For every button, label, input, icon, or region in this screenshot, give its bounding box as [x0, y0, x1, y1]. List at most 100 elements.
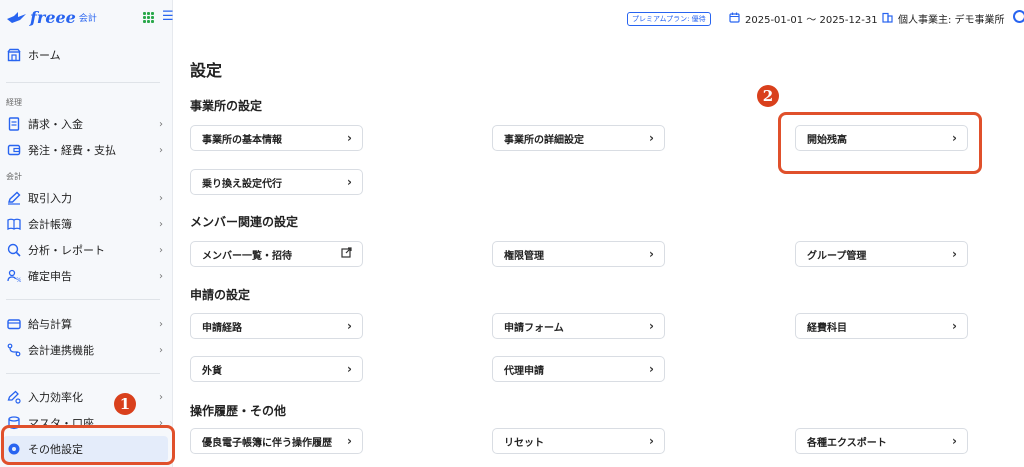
sidebar-divider: [6, 373, 160, 374]
user-icon[interactable]: [1013, 10, 1024, 23]
card-group[interactable]: グループ管理 ›: [795, 241, 968, 267]
section-title-member: メンバー関連の設定: [190, 215, 299, 229]
chevron-right-icon: ›: [159, 192, 163, 204]
card-reset[interactable]: リセット ›: [492, 428, 665, 454]
card-label: 申請経路: [202, 322, 242, 334]
card-label: リセット: [504, 437, 544, 449]
sidebar-item-label: 請求・入金: [28, 118, 83, 131]
sidebar-item-kyuyo[interactable]: 給与計算 ›: [0, 311, 173, 337]
card-label: グループ管理: [807, 250, 867, 262]
svg-text:%: %: [16, 277, 21, 283]
card-label: 事業所の基本情報: [202, 134, 282, 146]
sidebar-header: freee 会計 ☰: [0, 0, 174, 36]
callout-box-2: [778, 112, 982, 174]
sidebar-item-label: 取引入力: [28, 192, 72, 205]
chevron-right-icon: ›: [347, 175, 352, 189]
apps-grid-icon[interactable]: [143, 12, 154, 23]
card-label: メンバー一覧・招待: [202, 250, 292, 262]
chevron-right-icon: ›: [347, 131, 352, 145]
freee-logo[interactable]: freee 会計: [6, 8, 97, 27]
callout-badge-1: 1: [114, 393, 136, 415]
sidebar-divider: [6, 299, 160, 300]
chevron-right-icon: ›: [649, 362, 654, 376]
chevron-right-icon: ›: [159, 344, 163, 356]
card-gaika[interactable]: 外貨 ›: [190, 356, 363, 382]
card-shosai[interactable]: 事業所の詳細設定 ›: [492, 125, 665, 151]
pen-icon: [6, 190, 22, 206]
card-label: 事業所の詳細設定: [504, 134, 584, 146]
collapse-sidebar-icon[interactable]: ☰: [162, 9, 174, 24]
card-form[interactable]: 申請フォーム ›: [492, 313, 665, 339]
card-kengen[interactable]: 権限管理 ›: [492, 241, 665, 267]
person-tax-icon: %: [6, 268, 22, 284]
sidebar-item-label: 発注・経費・支払: [28, 144, 116, 157]
section-title-history: 操作履歴・その他: [190, 404, 287, 418]
date-range-text: 2025-01-01 〜 2025-12-31: [745, 15, 878, 26]
fiscal-period[interactable]: 2025-01-01 〜 2025-12-31: [729, 11, 878, 26]
chevron-right-icon: ›: [347, 319, 352, 333]
external-link-icon: [341, 247, 352, 261]
sidebar-item-koritsu[interactable]: 入力効率化 ›: [0, 384, 173, 410]
sidebar: freee 会計 ☰ ホーム 経理 請求・入金 › 発注・経費・支払 › 会計: [0, 0, 174, 467]
office-selector[interactable]: 個人事業主: デモ事業所: [882, 11, 1005, 26]
chevron-right-icon: ›: [159, 118, 163, 130]
page-title: 設定: [190, 61, 223, 80]
chevron-right-icon: ›: [952, 319, 957, 333]
section-label-kaikei: 会計: [6, 172, 22, 181]
store-icon: [6, 47, 22, 63]
office-name: 個人事業主: デモ事業所: [898, 15, 1005, 26]
card-norikae[interactable]: 乗り換え設定代行 ›: [190, 169, 363, 195]
sidebar-divider: [6, 82, 160, 83]
card-export[interactable]: 各種エクスポート ›: [795, 428, 968, 454]
logo-text: freee: [30, 8, 76, 27]
sidebar-item-label: 確定申告: [28, 270, 72, 283]
card-label: 乗り換え設定代行: [202, 178, 282, 190]
chevron-right-icon: ›: [159, 144, 163, 156]
card-member-list[interactable]: メンバー一覧・招待: [190, 241, 363, 267]
chevron-right-icon: ›: [159, 318, 163, 330]
sidebar-item-hacchu[interactable]: 発注・経費・支払 ›: [0, 137, 173, 163]
card-kihon[interactable]: 事業所の基本情報 ›: [190, 125, 363, 151]
chevron-right-icon: ›: [347, 434, 352, 448]
bird-logo-icon: [7, 11, 26, 23]
sidebar-item-renkei[interactable]: 会計連携機能 ›: [0, 337, 173, 363]
sidebar-item-kakutei[interactable]: % 確定申告 ›: [0, 263, 173, 289]
calendar-icon: [729, 12, 740, 26]
section-label-keiri: 経理: [6, 98, 22, 107]
callout-box-1: [1, 425, 175, 465]
section-title-request: 申請の設定: [190, 288, 251, 302]
chevron-right-icon: ›: [649, 319, 654, 333]
chevron-right-icon: ›: [649, 434, 654, 448]
card-label: 申請フォーム: [504, 322, 564, 334]
sidebar-item-home[interactable]: ホーム: [0, 42, 173, 68]
chevron-right-icon: ›: [952, 247, 957, 261]
callout-badge-2: 2: [757, 85, 779, 107]
sidebar-item-seikyu[interactable]: 請求・入金 ›: [0, 111, 173, 137]
plan-badge[interactable]: プレミアムプラン: 優待: [627, 12, 711, 26]
sidebar-item-label: 入力効率化: [28, 391, 83, 404]
card-rireki[interactable]: 優良電子帳簿に伴う操作履歴 ›: [190, 428, 363, 454]
pen-gear-icon: [6, 389, 22, 405]
chevron-right-icon: ›: [159, 218, 163, 230]
chevron-right-icon: ›: [649, 131, 654, 145]
card-keihi[interactable]: 経費科目 ›: [795, 313, 968, 339]
sidebar-item-label: 分析・レポート: [28, 244, 105, 257]
chevron-right-icon: ›: [347, 362, 352, 376]
card-keiro[interactable]: 申請経路 ›: [190, 313, 363, 339]
card-label: 各種エクスポート: [807, 437, 887, 449]
card-label: 経費科目: [807, 322, 847, 334]
card-dairi[interactable]: 代理申請 ›: [492, 356, 665, 382]
book-icon: [6, 216, 22, 232]
magnifier-chart-icon: [6, 242, 22, 258]
sidebar-item-label: 会計連携機能: [28, 344, 94, 357]
sidebar-item-bunseki[interactable]: 分析・レポート ›: [0, 237, 173, 263]
building-icon: [882, 12, 893, 26]
link-route-icon: [6, 342, 22, 358]
card-label: 権限管理: [504, 250, 544, 262]
document-icon: [6, 116, 22, 132]
sidebar-item-torihiki[interactable]: 取引入力 ›: [0, 185, 173, 211]
chevron-right-icon: ›: [159, 270, 163, 282]
card-label: 外貨: [202, 365, 222, 377]
card-label: 優良電子帳簿に伴う操作履歴: [202, 437, 332, 449]
sidebar-item-chobo[interactable]: 会計帳簿 ›: [0, 211, 173, 237]
